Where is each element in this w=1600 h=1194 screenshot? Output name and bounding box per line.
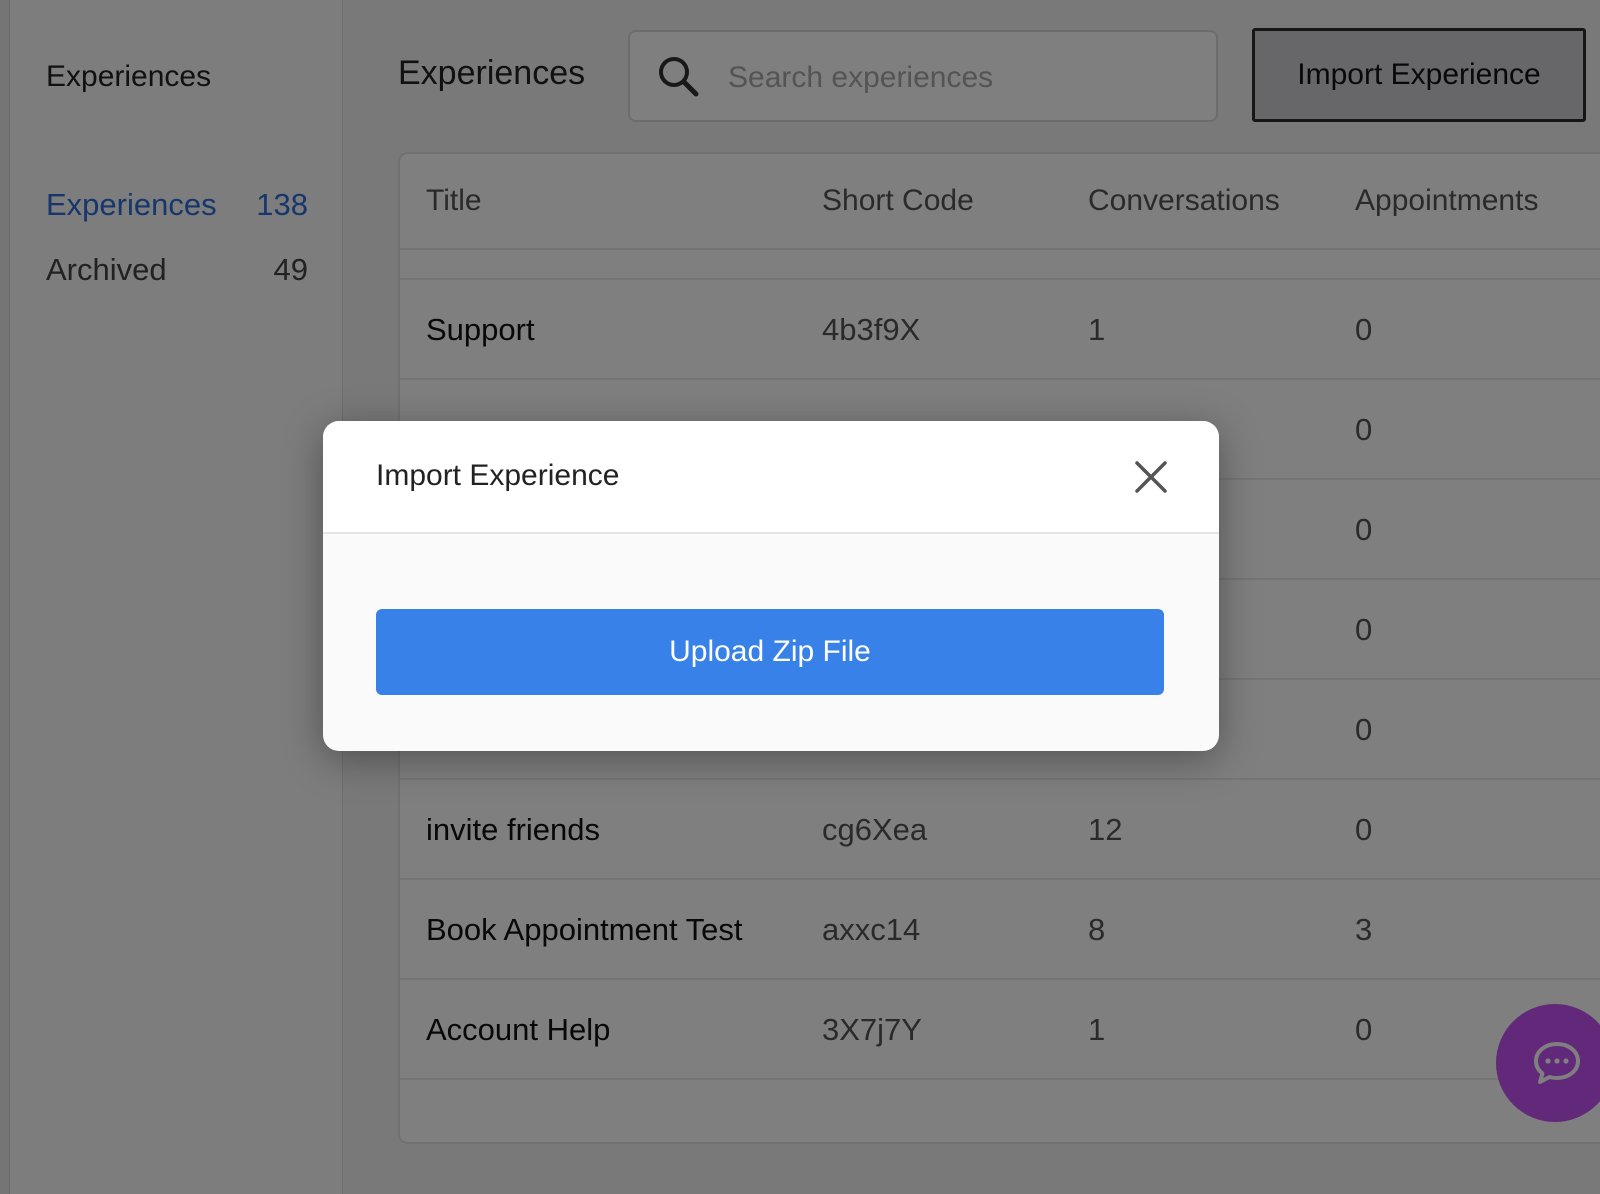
import-experience-modal: Import Experience Upload Zip File bbox=[323, 421, 1219, 751]
modal-header: Import Experience bbox=[323, 421, 1219, 534]
modal-title: Import Experience bbox=[376, 459, 620, 492]
upload-zip-file-button[interactable]: Upload Zip File bbox=[376, 609, 1164, 695]
close-icon[interactable] bbox=[1131, 457, 1171, 497]
